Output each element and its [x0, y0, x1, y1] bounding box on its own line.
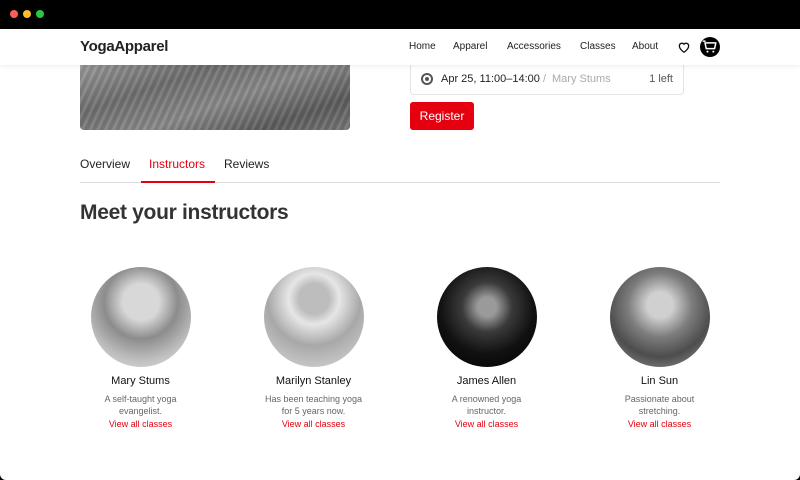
- minimize-window-dot[interactable]: [23, 10, 31, 18]
- cart-button[interactable]: [700, 37, 720, 57]
- instructor-bio: A self-taught yoga evangelist.: [104, 394, 177, 416]
- section-heading: Meet your instructors: [80, 201, 289, 224]
- instructor-bio: A renowned yoga instructor.: [451, 394, 522, 416]
- heart-icon[interactable]: [677, 40, 691, 54]
- session-option[interactable]: Apr 25, 11:00–14:00 / Mary Stums 1 left: [410, 65, 684, 95]
- site-header: YogaApparel Home Apparel Accessories Cla…: [0, 29, 800, 65]
- detail-tabs: Overview Instructors Reviews: [80, 151, 720, 183]
- window-chrome: [0, 0, 800, 29]
- session-date: Apr 25, 11:00–14:00: [441, 73, 540, 85]
- nav-apparel[interactable]: Apparel: [453, 41, 487, 52]
- nav-classes[interactable]: Classes: [580, 41, 616, 52]
- session-radio[interactable]: [421, 73, 433, 85]
- instructor-name: Mary Stums: [111, 375, 170, 387]
- register-button[interactable]: Register: [410, 102, 474, 130]
- view-all-classes-link[interactable]: View all classes: [573, 419, 746, 429]
- instructor-card: Marilyn Stanley Has been teaching yoga f…: [227, 267, 400, 429]
- view-all-classes-link[interactable]: View all classes: [400, 419, 573, 429]
- brand-logo[interactable]: YogaApparel: [80, 38, 168, 55]
- avatar: [609, 267, 710, 367]
- maximize-window-dot[interactable]: [36, 10, 44, 18]
- instructor-name: Lin Sun: [640, 375, 679, 387]
- session-spots: 1 left: [649, 73, 673, 85]
- nav-about[interactable]: About: [632, 41, 658, 52]
- cart-icon: [702, 40, 717, 53]
- instructor-bio: Has been teaching yoga for 5 years now.: [264, 394, 363, 416]
- view-all-classes-link[interactable]: View all classes: [227, 419, 400, 429]
- instructor-card: Lin Sun Passionate about stretching. Vie…: [573, 267, 746, 429]
- instructor-card: James Allen A renowned yoga instructor. …: [400, 267, 573, 429]
- tab-reviews[interactable]: Reviews: [224, 157, 269, 171]
- avatar: [90, 267, 191, 367]
- nav-home[interactable]: Home: [409, 41, 436, 52]
- close-window-dot[interactable]: [10, 10, 18, 18]
- instructor-card: Mary Stums A self-taught yoga evangelist…: [54, 267, 227, 429]
- avatar: [436, 267, 537, 367]
- class-hero-image: [80, 65, 350, 130]
- view-all-classes-link[interactable]: View all classes: [54, 419, 227, 429]
- tab-overview[interactable]: Overview: [80, 157, 130, 171]
- nav-accessories[interactable]: Accessories: [507, 41, 561, 52]
- avatar: [263, 267, 364, 367]
- instructor-name: James Allen: [456, 375, 517, 387]
- active-tab-indicator: [141, 181, 215, 183]
- tab-instructors[interactable]: Instructors: [149, 157, 205, 171]
- session-instructor: Mary Stums: [552, 73, 611, 85]
- instructor-name: Marilyn Stanley: [275, 375, 352, 387]
- browser-viewport: Apr 25, 11:00–14:00 / Mary Stums 1 left …: [0, 29, 800, 480]
- session-separator: /: [543, 73, 547, 85]
- instructor-bio: Passionate about stretching.: [624, 394, 695, 416]
